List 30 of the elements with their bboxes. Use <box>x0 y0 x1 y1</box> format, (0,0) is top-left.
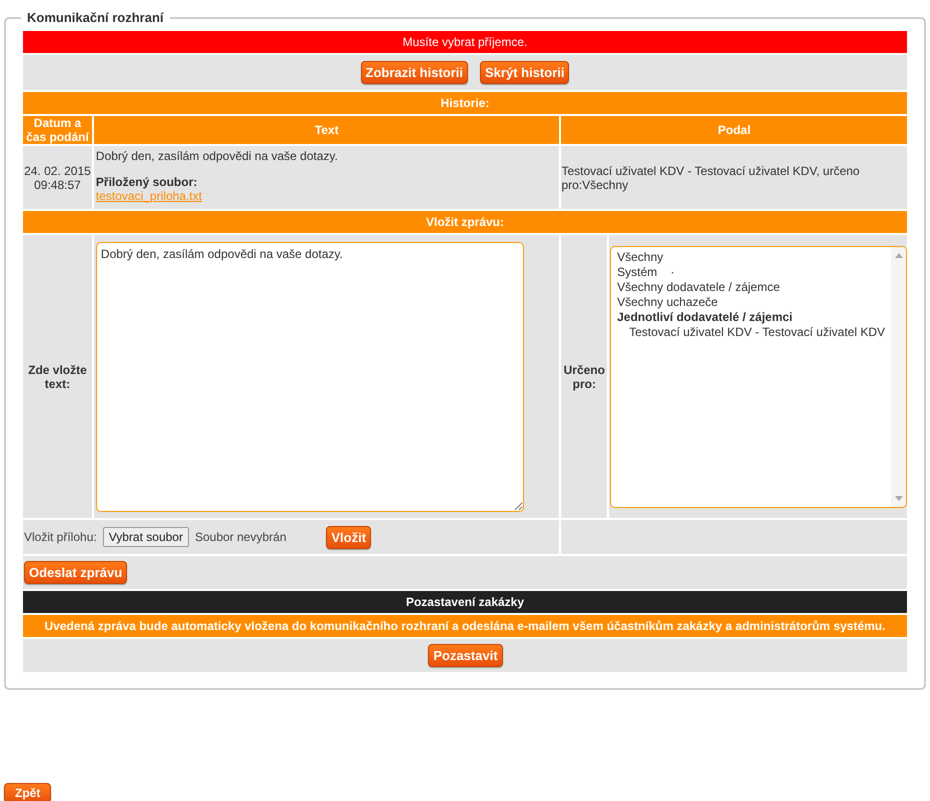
table-cell-text: 09:48:57 <box>33 178 82 192</box>
column-header: Text <box>94 116 560 144</box>
list-option[interactable]: Systém · <box>617 264 885 280</box>
field-label: Zde vložte text: <box>28 362 87 390</box>
option-group: Jednotliví dodavatelé / zájemci <box>617 310 885 324</box>
file-status: Soubor nevybrán <box>194 530 286 544</box>
message-field[interactable]: Dobrý den, zasílám odpovědi na vaše dotazy. <box>96 242 524 512</box>
panel-title: Komunikační rozhraní <box>26 10 165 25</box>
recipient-list[interactable]: Všechny Systém · Všechny dodavatele / zájemce Všechny uchazeče Jednotliví dodavatelé / zájemci Testovací uživatel KDV - Testovací uživatel KDV <box>610 246 907 508</box>
section-header: Vložit zprávu: <box>23 211 907 233</box>
table-cell: 24. 02. 2015 <box>24 164 91 178</box>
scroll-up-icon[interactable] <box>894 252 902 258</box>
attachment-label: Vložit přílohu: <box>24 530 97 544</box>
table-cell-text: Testovací uživatel KDV - Testovací uživatel KDV, určeno pro:Všechny <box>561 164 861 192</box>
list-option[interactable]: Všechny uchazeče <box>617 294 885 310</box>
field-label: Určeno pro: <box>564 362 605 390</box>
scrollbar[interactable] <box>891 246 906 506</box>
choose-file-button[interactable]: Vybrat soubor <box>102 527 189 547</box>
section-header: Historie: <box>23 92 907 114</box>
attachment-label: Přiložený soubor: <box>96 175 198 189</box>
section-header: Pozastavení zakázky <box>23 591 907 613</box>
column-header: Datum a čas podání <box>23 116 92 144</box>
column-header: Podal <box>561 116 907 144</box>
list-option[interactable]: Všechny <box>617 250 885 264</box>
list-option[interactable]: Testovací uživatel KDV - Testovací uživatel KDV <box>617 324 885 340</box>
scroll-down-icon[interactable] <box>894 496 902 500</box>
notice-message: Uvedená zpráva bude automaticky vložena do komunikačního rozhraní a odeslána e-mailem všem účastníkům zakázky a administrátorům systému. <box>23 615 907 637</box>
table-cell-text: Dobrý den, zasílám odpovědi na vaše dotazy. <box>96 149 339 163</box>
list-option[interactable]: Všechny dodavatele / zájemce <box>617 280 885 294</box>
error-message: Musíte vybrat příjemce. <box>23 31 907 53</box>
